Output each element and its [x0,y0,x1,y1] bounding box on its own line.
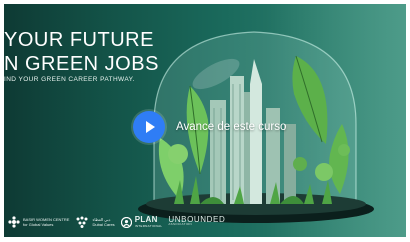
plan-name: PLAN [134,215,158,224]
play-icon [146,121,155,133]
logo1-line2: for Global Values [23,222,54,227]
dubai-cares-logo: دبي العطاء Dubai Cares [75,216,115,228]
play-button[interactable] [133,111,165,143]
video-title: Avance de este curso [176,121,287,133]
flower-icon [8,216,20,228]
video-headline: YOUR FUTURE N GREEN JOBS [4,28,159,76]
unbounded-logo: UNBOUNDED ASSOCIATION [168,216,225,227]
dots-icon [76,216,88,228]
partner-logos: BASIR WOMEN CENTRE for Global Values دبي… [4,210,406,234]
basir-women-centre-logo: BASIR WOMEN CENTRE for Global Values [8,216,69,228]
plan-sub: INTERNATIONAL [134,224,163,228]
course-video-player[interactable]: YOUR FUTURE N GREEN JOBS IND YOUR GREEN … [4,4,406,237]
headline-line-1: YOUR FUTURE [4,29,154,51]
logo2-line2: Dubai Cares [92,222,115,227]
plan-globe-icon [120,216,132,228]
plan-international-logo: PLAN INTERNATIONAL [120,215,163,228]
headline-line-2: N GREEN JOBS [4,53,159,75]
video-subheadline: IND YOUR GREEN CAREER PATHWAY. [4,76,135,83]
